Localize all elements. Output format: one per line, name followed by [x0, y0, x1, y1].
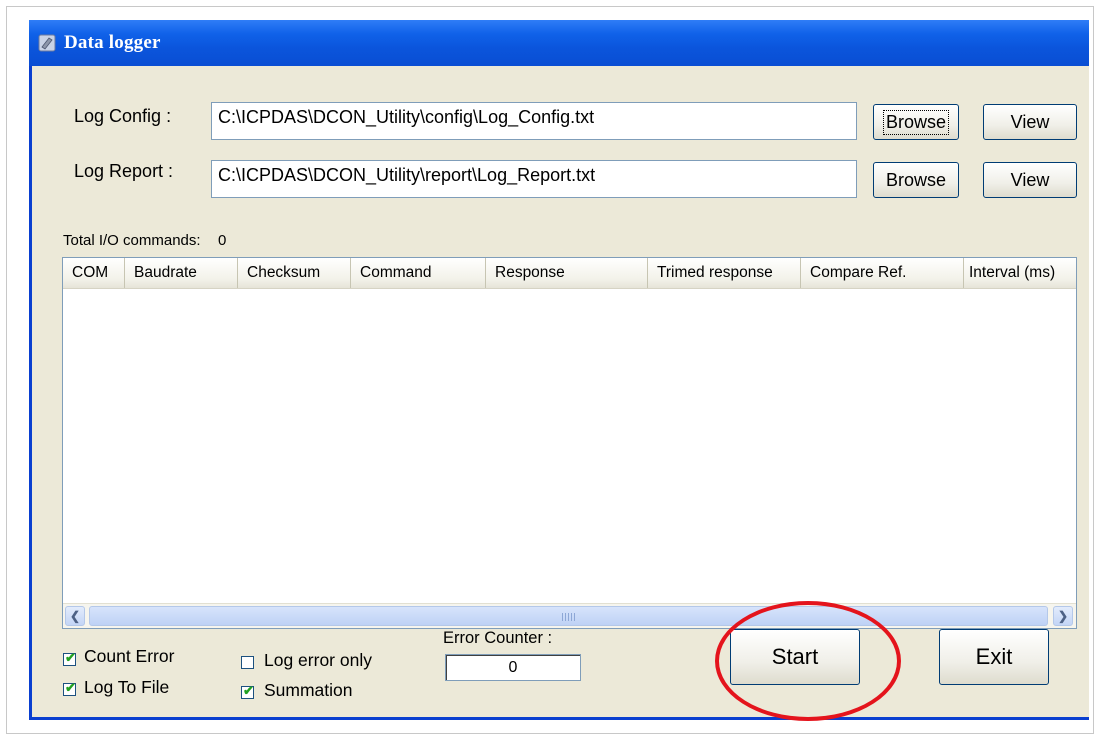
io-commands-table[interactable]: COM Baudrate Checksum Command Response T… [62, 257, 1077, 629]
log-error-only-label: Log error only [264, 650, 372, 670]
log-config-browse-button[interactable]: Browse [873, 104, 959, 140]
exit-button[interactable]: Exit [939, 629, 1049, 685]
log-report-path-input[interactable]: C:\ICPDAS\DCON_Utility\report\Log_Report… [211, 160, 857, 198]
checkmark-icon: ✔ [243, 683, 254, 698]
log-to-file-checkbox[interactable]: ✔ [63, 680, 76, 696]
summation-checkbox[interactable]: ✔ [241, 683, 254, 699]
log-to-file-label: Log To File [84, 677, 170, 697]
column-header-baudrate[interactable]: Baudrate [125, 258, 238, 288]
scrollbar-thumb[interactable] [89, 606, 1048, 626]
log-report-view-button[interactable]: View [983, 162, 1077, 198]
log-error-only-checkbox[interactable] [241, 656, 254, 669]
log-config-view-label: View [1010, 111, 1050, 132]
total-io-commands-label: Total I/O commands: [63, 232, 201, 249]
log-report-browse-label: Browse [885, 169, 947, 190]
horizontal-scrollbar[interactable]: ❮ ❯ [63, 603, 1076, 628]
log-config-view-button[interactable]: View [983, 104, 1077, 140]
scroll-right-arrow-icon[interactable]: ❯ [1053, 606, 1073, 626]
log-report-view-label: View [1010, 169, 1050, 190]
column-header-interval[interactable]: Interval (ms) [964, 258, 1076, 288]
log-report-label: Log Report : [74, 161, 174, 181]
start-button-label: Start [771, 644, 819, 669]
start-button[interactable]: Start [730, 629, 860, 685]
dialog-client-area: Log Config : C:\ICPDAS\DCON_Utility\conf… [32, 66, 1089, 717]
count-error-checkbox[interactable]: ✔ [63, 650, 76, 666]
column-header-response[interactable]: Response [486, 258, 648, 288]
total-io-commands-value: 0 [218, 232, 227, 249]
checkmark-icon: ✔ [65, 650, 76, 665]
log-config-browse-label: Browse [882, 109, 950, 135]
scroll-left-arrow-icon[interactable]: ❮ [65, 606, 85, 626]
title-bar[interactable]: Data logger [29, 20, 1089, 66]
column-header-command[interactable]: Command [351, 258, 486, 288]
error-counter-value: 0 [445, 654, 581, 681]
column-header-trimed-response[interactable]: Trimed response [648, 258, 801, 288]
log-config-path-input[interactable]: C:\ICPDAS\DCON_Utility\config\Log_Config… [211, 102, 857, 140]
log-config-label: Log Config : [74, 106, 172, 126]
exit-button-label: Exit [975, 644, 1013, 669]
window-title: Data logger [64, 32, 161, 53]
table-header: COM Baudrate Checksum Command Response T… [63, 258, 1076, 289]
column-header-compare-ref[interactable]: Compare Ref. [801, 258, 964, 288]
column-header-com[interactable]: COM [63, 258, 125, 288]
data-logger-window: Data logger Log Config : C:\ICPDAS\DCON_… [29, 20, 1089, 720]
checkmark-icon: ✔ [65, 680, 76, 695]
count-error-label: Count Error [84, 646, 175, 666]
data-logger-icon [38, 34, 56, 52]
error-counter-label: Error Counter : [443, 629, 553, 647]
column-header-checksum[interactable]: Checksum [238, 258, 351, 288]
scrollbar-grip [561, 613, 576, 621]
log-report-browse-button[interactable]: Browse [873, 162, 959, 198]
summation-label: Summation [264, 680, 353, 700]
